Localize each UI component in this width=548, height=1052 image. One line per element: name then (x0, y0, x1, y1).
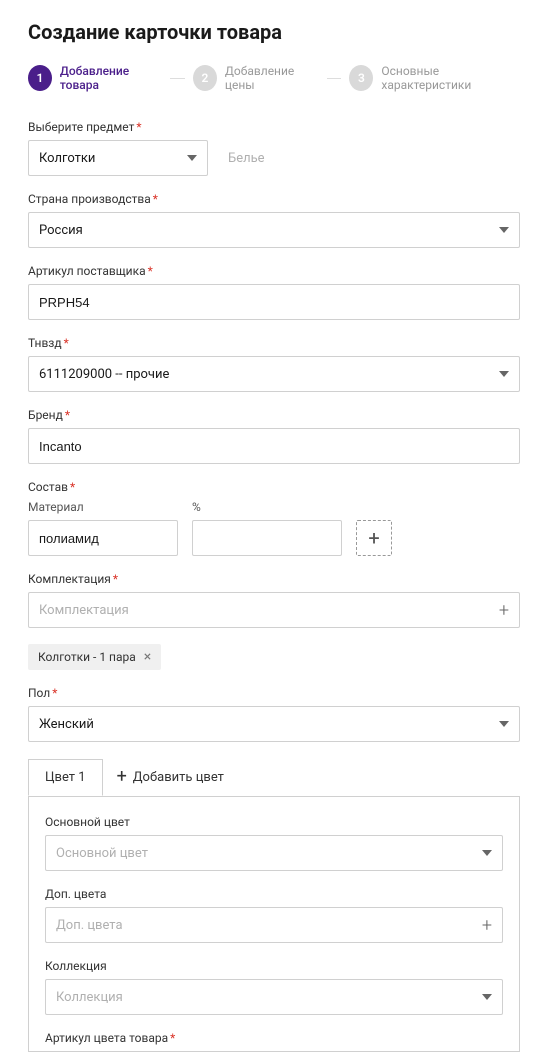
gender-select[interactable]: Женский (28, 706, 520, 742)
subject-label: Выберите предмет* (28, 120, 520, 134)
plus-icon: + (482, 915, 492, 936)
percent-input[interactable] (192, 520, 342, 556)
kit-select[interactable]: Комплектация + (28, 592, 520, 628)
percent-label: % (192, 500, 342, 514)
step-label: Основные характеристики (381, 64, 520, 92)
add-colors-select[interactable]: Доп. цвета + (45, 907, 503, 943)
step-add-product[interactable]: 1 Добавление товара (28, 64, 162, 92)
step-add-price[interactable]: 2 Добавление цены (193, 64, 319, 92)
collection-label: Коллекция (45, 959, 503, 973)
color-sku-label: Артикул цвета товара* (45, 1031, 503, 1045)
chevron-down-icon (482, 850, 492, 856)
add-color-label: Добавить цвет (133, 770, 224, 785)
plus-icon: + (117, 768, 127, 786)
stepper: 1 Добавление товара 2 Добавление цены 3 … (28, 64, 520, 92)
sku-label: Артикул поставщика* (28, 264, 520, 278)
kit-placeholder: Комплектация (39, 603, 129, 618)
chevron-down-icon (499, 371, 509, 377)
brand-input[interactable] (28, 428, 520, 464)
add-color-button[interactable]: + Добавить цвет (103, 758, 238, 796)
main-color-select[interactable]: Основной цвет (45, 835, 503, 871)
subject-hint: Белье (228, 151, 265, 166)
tab-color-1[interactable]: Цвет 1 (28, 759, 103, 796)
main-color-placeholder: Основной цвет (56, 846, 148, 861)
plus-icon: + (499, 600, 509, 621)
country-value: Россия (39, 223, 83, 238)
step-number: 1 (28, 65, 52, 91)
material-label: Материал (28, 500, 178, 514)
close-icon[interactable]: × (144, 650, 151, 664)
subject-value: Колготки (39, 151, 95, 166)
subject-select[interactable]: Колготки (28, 140, 208, 176)
step-divider (170, 78, 185, 79)
kit-label: Комплектация* (28, 572, 520, 586)
composition-label: Состав* (28, 480, 520, 494)
step-characteristics[interactable]: 3 Основные характеристики (349, 64, 520, 92)
chevron-down-icon (499, 227, 509, 233)
gender-value: Женский (39, 717, 94, 732)
tnved-value: 6111209000 -- прочие (39, 367, 169, 382)
add-composition-button[interactable]: + (356, 520, 392, 556)
collection-placeholder: Коллекция (56, 990, 123, 1005)
tnved-label: Тнвзд* (28, 336, 520, 350)
color-panel: Основной цвет Основной цвет Доп. цвета Д… (28, 797, 520, 1052)
color-tabs: Цвет 1 + Добавить цвет (28, 758, 520, 797)
chevron-down-icon (499, 721, 509, 727)
page-title: Создание карточки товара (28, 20, 520, 44)
add-colors-label: Доп. цвета (45, 887, 503, 901)
main-color-label: Основной цвет (45, 815, 503, 829)
collection-select[interactable]: Коллекция (45, 979, 503, 1015)
country-select[interactable]: Россия (28, 212, 520, 248)
sku-input[interactable] (28, 284, 520, 320)
gender-label: Пол* (28, 686, 520, 700)
step-label: Добавление цены (225, 64, 319, 92)
brand-label: Бренд* (28, 408, 520, 422)
kit-tag: Колготки - 1 пара × (28, 644, 161, 670)
chevron-down-icon (482, 994, 492, 1000)
step-number: 3 (349, 65, 373, 91)
chevron-down-icon (187, 155, 197, 161)
step-label: Добавление товара (60, 64, 162, 92)
country-label: Страна производства* (28, 192, 520, 206)
plus-icon: + (368, 526, 379, 550)
step-divider (327, 78, 342, 79)
tnved-select[interactable]: 6111209000 -- прочие (28, 356, 520, 392)
material-input[interactable] (28, 520, 178, 556)
tag-label: Колготки - 1 пара (38, 650, 136, 664)
step-number: 2 (193, 65, 217, 91)
